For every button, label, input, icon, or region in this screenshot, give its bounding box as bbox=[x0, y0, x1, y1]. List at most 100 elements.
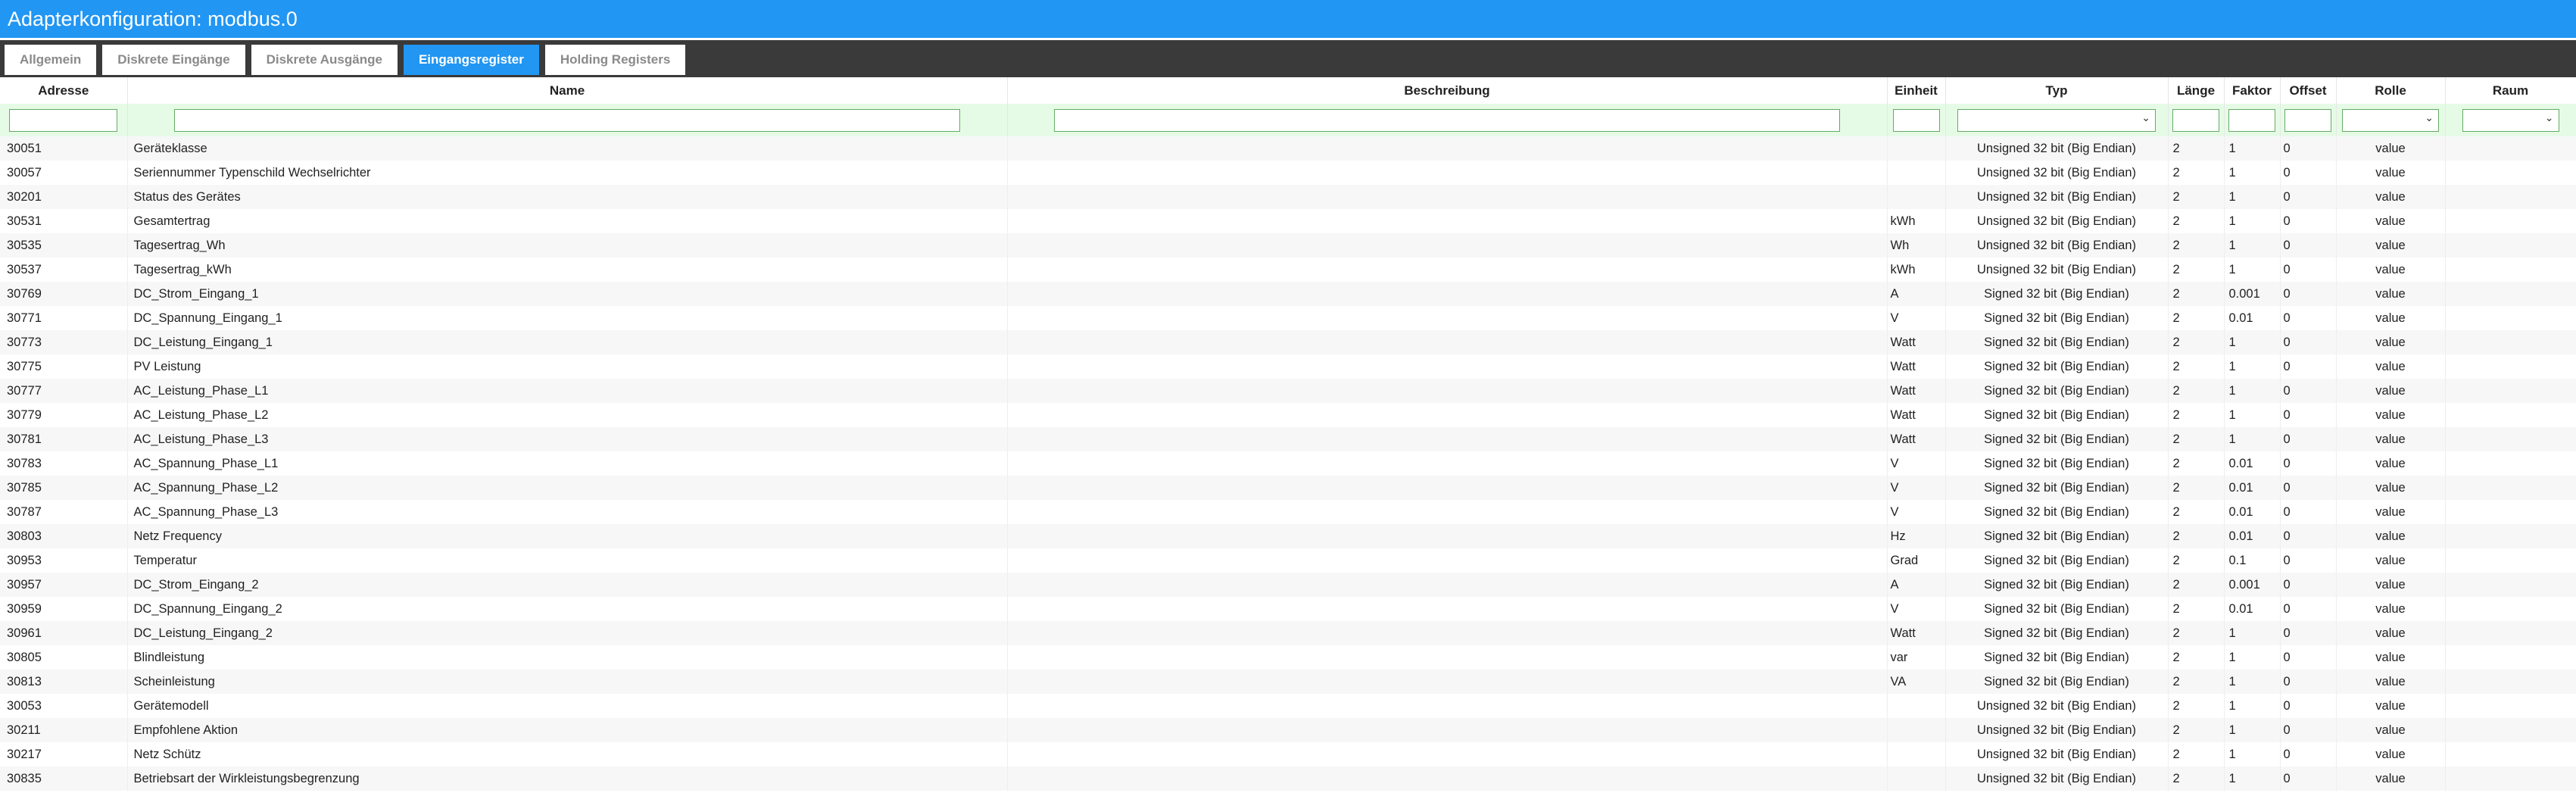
cell-factor[interactable]: 0.01 bbox=[2224, 306, 2281, 330]
cell-offset[interactable]: 0 bbox=[2280, 766, 2337, 791]
cell-name[interactable]: Blindleistung bbox=[127, 645, 1008, 670]
cell-unit[interactable]: A bbox=[1887, 573, 1946, 597]
cell-type[interactable]: Unsigned 32 bit (Big Endian) bbox=[1945, 161, 2169, 185]
cell-room[interactable] bbox=[2445, 161, 2576, 185]
cell-room[interactable] bbox=[2445, 476, 2576, 500]
cell-unit[interactable]: Watt bbox=[1887, 621, 1946, 645]
table-row[interactable]: 30771 DC_Spannung_Eingang_1 V Signed 32 bit… bbox=[0, 306, 2576, 330]
cell-unit[interactable]: Watt bbox=[1887, 427, 1946, 451]
table-row[interactable]: 30057 Seriennummer Typenschild Wechselric… bbox=[0, 161, 2576, 185]
table-row[interactable]: 30781 AC_Leistung_Phase_L3 Watt Signed 32 b… bbox=[0, 427, 2576, 451]
cell-name[interactable]: Gesamtertrag bbox=[127, 209, 1008, 233]
cell-type[interactable]: Signed 32 bit (Big Endian) bbox=[1945, 306, 2169, 330]
cell-factor[interactable]: 1 bbox=[2224, 742, 2281, 766]
cell-length[interactable]: 2 bbox=[2168, 330, 2225, 354]
cell-description[interactable] bbox=[1007, 548, 1888, 573]
tab-eingangsregister[interactable]: Eingangsregister bbox=[403, 45, 539, 75]
cell-type[interactable]: Signed 32 bit (Big Endian) bbox=[1945, 451, 2169, 476]
cell-offset[interactable]: 0 bbox=[2280, 330, 2337, 354]
tab-allgemein[interactable]: Allgemein bbox=[5, 45, 97, 75]
cell-description[interactable] bbox=[1007, 306, 1888, 330]
cell-offset[interactable]: 0 bbox=[2280, 524, 2337, 548]
cell-offset[interactable]: 0 bbox=[2280, 597, 2337, 621]
table-row[interactable]: 30959 DC_Spannung_Eingang_2 V Signed 32 bit… bbox=[0, 597, 2576, 621]
cell-length[interactable]: 2 bbox=[2168, 209, 2225, 233]
cell-type[interactable]: Signed 32 bit (Big Endian) bbox=[1945, 621, 2169, 645]
cell-type[interactable]: Unsigned 32 bit (Big Endian) bbox=[1945, 209, 2169, 233]
cell-length[interactable]: 2 bbox=[2168, 621, 2225, 645]
cell-name[interactable]: Scheinleistung bbox=[127, 670, 1008, 694]
cell-role[interactable]: value bbox=[2336, 427, 2446, 451]
cell-name[interactable]: AC_Leistung_Phase_L2 bbox=[127, 403, 1008, 427]
cell-address[interactable]: 30953 bbox=[0, 548, 128, 573]
table-row[interactable]: 30769 DC_Strom_Eingang_1 A Signed 32 bit (B… bbox=[0, 282, 2576, 306]
cell-unit[interactable]: kWh bbox=[1887, 209, 1946, 233]
cell-offset[interactable]: 0 bbox=[2280, 209, 2337, 233]
cell-type[interactable]: Unsigned 32 bit (Big Endian) bbox=[1945, 233, 2169, 258]
cell-unit[interactable] bbox=[1887, 766, 1946, 791]
cell-type[interactable]: Signed 32 bit (Big Endian) bbox=[1945, 330, 2169, 354]
cell-offset[interactable]: 0 bbox=[2280, 233, 2337, 258]
cell-role[interactable]: value bbox=[2336, 500, 2446, 524]
table-row[interactable]: 30217 Netz Schütz Unsigned 32 bit (Big End… bbox=[0, 742, 2576, 766]
cell-room[interactable] bbox=[2445, 694, 2576, 718]
cell-length[interactable]: 2 bbox=[2168, 306, 2225, 330]
cell-factor[interactable]: 1 bbox=[2224, 258, 2281, 282]
cell-name[interactable]: AC_Spannung_Phase_L1 bbox=[127, 451, 1008, 476]
cell-address[interactable]: 30057 bbox=[0, 161, 128, 185]
cell-length[interactable]: 2 bbox=[2168, 379, 2225, 403]
table-row[interactable]: 30531 Gesamtertrag kWh Unsigned 32 bit (Big… bbox=[0, 209, 2576, 233]
cell-role[interactable]: value bbox=[2336, 524, 2446, 548]
cell-room[interactable] bbox=[2445, 306, 2576, 330]
cell-offset[interactable]: 0 bbox=[2280, 354, 2337, 379]
table-row[interactable]: 30775 PV Leistung Watt Signed 32 bit (Big E… bbox=[0, 354, 2576, 379]
cell-factor[interactable]: 1 bbox=[2224, 330, 2281, 354]
cell-factor[interactable]: 1 bbox=[2224, 185, 2281, 209]
cell-length[interactable]: 2 bbox=[2168, 500, 2225, 524]
cell-name[interactable]: Gerätemodell bbox=[127, 694, 1008, 718]
table-row[interactable]: 30535 Tagesertrag_Wh Wh Unsigned 32 bit (Bi… bbox=[0, 233, 2576, 258]
table-row[interactable]: 30953 Temperatur Grad Signed 32 bit (Big En… bbox=[0, 548, 2576, 573]
cell-name[interactable]: Seriennummer Typenschild Wechselrichter bbox=[127, 161, 1008, 185]
cell-type[interactable]: Signed 32 bit (Big Endian) bbox=[1945, 354, 2169, 379]
cell-name[interactable]: PV Leistung bbox=[127, 354, 1008, 379]
cell-type[interactable]: Unsigned 32 bit (Big Endian) bbox=[1945, 185, 2169, 209]
cell-role[interactable]: value bbox=[2336, 233, 2446, 258]
cell-unit[interactable]: V bbox=[1887, 500, 1946, 524]
cell-role[interactable]: value bbox=[2336, 403, 2446, 427]
cell-description[interactable] bbox=[1007, 694, 1888, 718]
table-row[interactable]: 30961 DC_Leistung_Eingang_2 Watt Signed 32 … bbox=[0, 621, 2576, 645]
cell-room[interactable] bbox=[2445, 258, 2576, 282]
table-row[interactable]: 30803 Netz Frequency Hz Signed 32 bit (Big … bbox=[0, 524, 2576, 548]
cell-name[interactable]: DC_Leistung_Eingang_1 bbox=[127, 330, 1008, 354]
cell-role[interactable]: value bbox=[2336, 670, 2446, 694]
cell-room[interactable] bbox=[2445, 670, 2576, 694]
cell-room[interactable] bbox=[2445, 379, 2576, 403]
cell-length[interactable]: 2 bbox=[2168, 282, 2225, 306]
cell-factor[interactable]: 1 bbox=[2224, 209, 2281, 233]
cell-factor[interactable]: 0.001 bbox=[2224, 573, 2281, 597]
cell-description[interactable] bbox=[1007, 354, 1888, 379]
cell-address[interactable]: 30531 bbox=[0, 209, 128, 233]
cell-name[interactable]: DC_Strom_Eingang_1 bbox=[127, 282, 1008, 306]
cell-type[interactable]: Signed 32 bit (Big Endian) bbox=[1945, 524, 2169, 548]
cell-description[interactable] bbox=[1007, 403, 1888, 427]
cell-description[interactable] bbox=[1007, 766, 1888, 791]
table-row[interactable]: 30537 Tagesertrag_kWh kWh Unsigned 32 bit (… bbox=[0, 258, 2576, 282]
cell-type[interactable]: Unsigned 32 bit (Big Endian) bbox=[1945, 766, 2169, 791]
cell-factor[interactable]: 1 bbox=[2224, 233, 2281, 258]
cell-type[interactable]: Signed 32 bit (Big Endian) bbox=[1945, 548, 2169, 573]
cell-unit[interactable] bbox=[1887, 185, 1946, 209]
filter-address-input[interactable] bbox=[9, 108, 118, 132]
cell-name[interactable]: Tagesertrag_kWh bbox=[127, 258, 1008, 282]
cell-type[interactable]: Signed 32 bit (Big Endian) bbox=[1945, 500, 2169, 524]
cell-type[interactable]: Signed 32 bit (Big Endian) bbox=[1945, 476, 2169, 500]
cell-factor[interactable]: 0.01 bbox=[2224, 451, 2281, 476]
tab-diskrete-eing-nge[interactable]: Diskrete Eingänge bbox=[102, 45, 245, 75]
table-row[interactable]: 30785 AC_Spannung_Phase_L2 V Signed 32 bit … bbox=[0, 476, 2576, 500]
cell-factor[interactable]: 0.01 bbox=[2224, 500, 2281, 524]
cell-address[interactable]: 30803 bbox=[0, 524, 128, 548]
tab-holding-registers[interactable]: Holding Registers bbox=[544, 45, 686, 75]
cell-room[interactable] bbox=[2445, 136, 2576, 161]
cell-factor[interactable]: 0.1 bbox=[2224, 548, 2281, 573]
